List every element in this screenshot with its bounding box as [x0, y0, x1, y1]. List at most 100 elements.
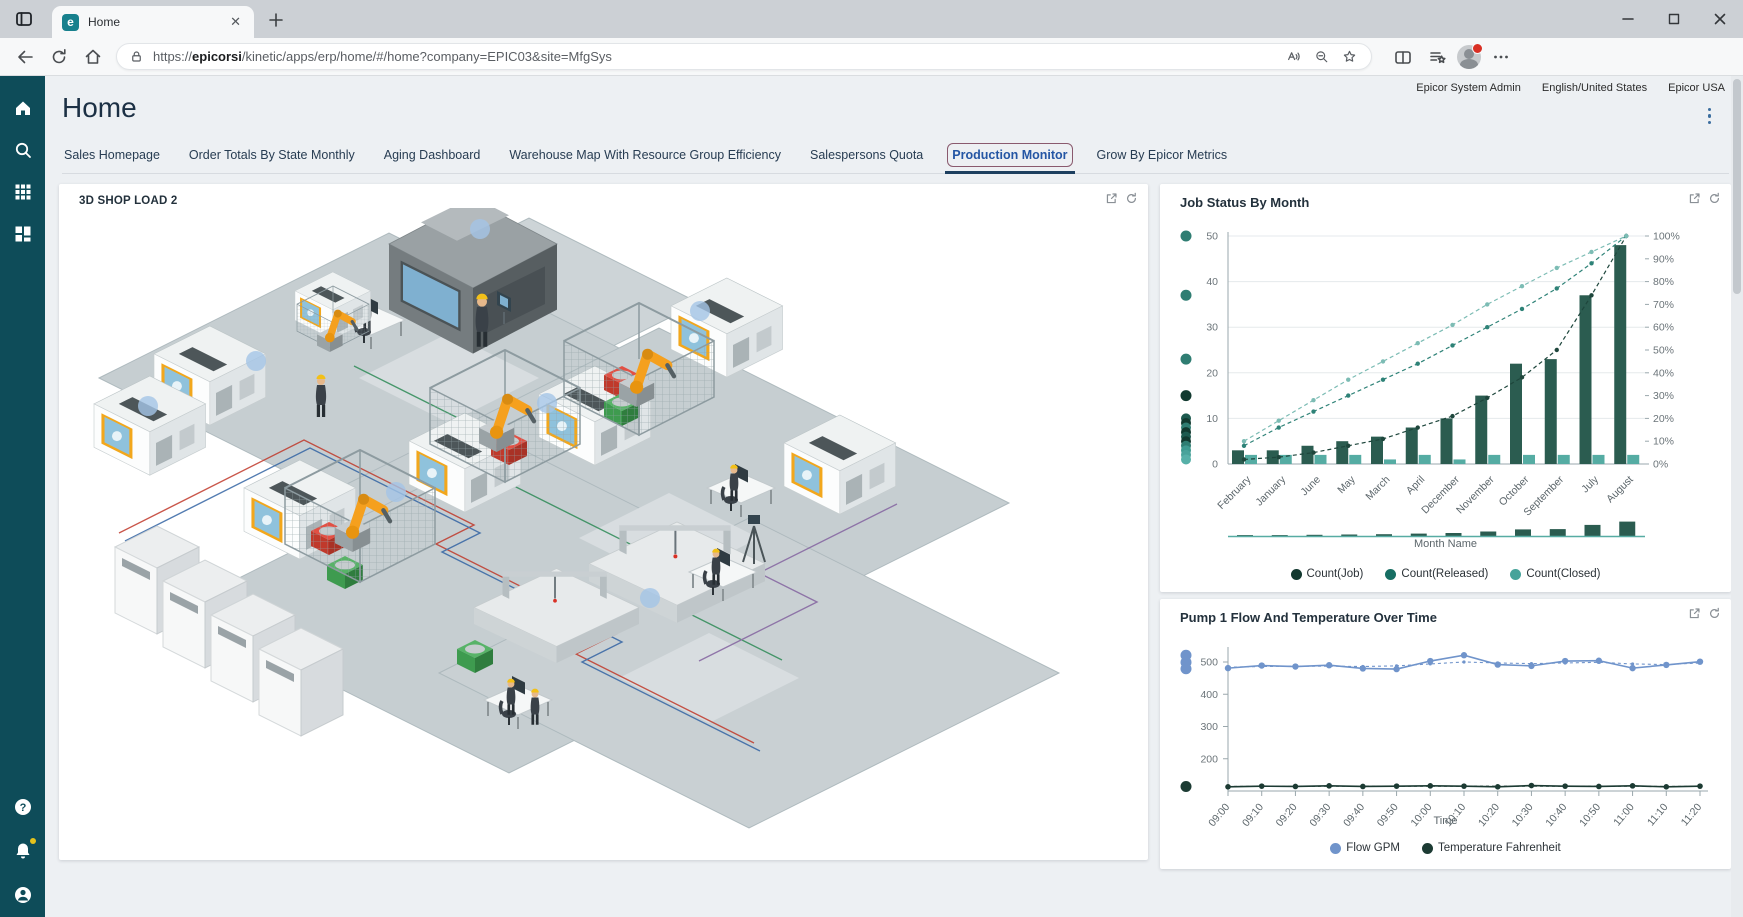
- search-icon[interactable]: [13, 140, 33, 160]
- svg-text:90%: 90%: [1653, 253, 1674, 265]
- pump-chart-legend: Flow GPM Temperature Fahrenheit: [1160, 842, 1731, 854]
- dashboard-tab-aging-dashboard[interactable]: Aging Dashboard: [382, 144, 483, 173]
- open-in-new-icon[interactable]: [1105, 192, 1118, 205]
- svg-text:80%: 80%: [1653, 276, 1674, 288]
- dashboard-tab-grow-by-epicor-metrics[interactable]: Grow By Epicor Metrics: [1095, 144, 1230, 173]
- svg-text:50%: 50%: [1653, 345, 1674, 357]
- url-bar[interactable]: https://epicorsi/kinetic/apps/erp/home/#…: [116, 43, 1372, 70]
- legend-item[interactable]: Count(Released): [1385, 568, 1488, 580]
- browser-tab-title: Home: [88, 15, 227, 29]
- svg-text:May: May: [1335, 473, 1358, 496]
- page-menu-kebab-icon[interactable]: [1708, 106, 1712, 126]
- legend-item[interactable]: Count(Job): [1291, 568, 1364, 580]
- dashboard-tab-sales-homepage[interactable]: Sales Homepage: [62, 144, 162, 173]
- svg-text:February: February: [1215, 473, 1254, 512]
- svg-text:40: 40: [1206, 276, 1218, 288]
- browser-tab-strip: e Home ✕: [0, 0, 1743, 38]
- dashboard-tab-order-totals-by-state-monthly[interactable]: Order Totals By State Monthly: [187, 144, 357, 173]
- collections-icon[interactable]: [1420, 42, 1454, 72]
- svg-text:April: April: [1404, 474, 1427, 497]
- maximize-button[interactable]: [1651, 0, 1697, 38]
- shop-load-panel: 3D SHOP LOAD 2: [59, 184, 1148, 860]
- job-x-axis-label: Month Name: [1160, 538, 1731, 550]
- zoom-out-icon[interactable]: [1307, 44, 1335, 70]
- svg-text:January: January: [1253, 473, 1288, 508]
- svg-text:30: 30: [1206, 322, 1218, 334]
- back-button[interactable]: [8, 42, 42, 72]
- legend-dot: [1510, 569, 1521, 580]
- dashboard-tab-label: Warehouse Map With Resource Group Effici…: [509, 148, 781, 162]
- epicor-favicon: e: [62, 14, 79, 31]
- svg-text:?: ?: [19, 802, 26, 814]
- shop-panel-title: 3D SHOP LOAD 2: [79, 195, 177, 207]
- user-company[interactable]: Epicor USA: [1668, 82, 1725, 94]
- dashboard-tab-production-monitor[interactable]: Production Monitor: [950, 144, 1069, 173]
- svg-text:70%: 70%: [1653, 299, 1674, 311]
- split-screen-icon[interactable]: [1386, 42, 1420, 72]
- svg-text:60%: 60%: [1653, 322, 1674, 334]
- page-title: Home: [62, 92, 137, 124]
- dashboard-tab-label: Salespersons Quota: [810, 148, 923, 162]
- profile-avatar[interactable]: [1454, 43, 1484, 71]
- svg-text:0: 0: [1212, 459, 1218, 471]
- user-profile-icon[interactable]: [13, 885, 33, 905]
- user-name[interactable]: Epicor System Admin: [1416, 82, 1521, 94]
- factory-floor-illustration: [59, 208, 1148, 860]
- legend-item[interactable]: Temperature Fahrenheit: [1422, 842, 1561, 854]
- legend-label: Count(Closed): [1526, 568, 1600, 580]
- new-tab-button[interactable]: [266, 10, 286, 35]
- legend-item[interactable]: Count(Closed): [1510, 568, 1600, 580]
- svg-text:400: 400: [1200, 689, 1218, 701]
- pump-panel: Pump 1 Flow And Temperature Over Time 20…: [1160, 599, 1731, 869]
- refresh-panel-icon[interactable]: [1125, 192, 1138, 205]
- scrollbar-thumb[interactable]: [1733, 79, 1741, 294]
- favorite-star-icon[interactable]: [1335, 44, 1363, 70]
- svg-text:100%: 100%: [1653, 231, 1680, 243]
- legend-dot: [1422, 843, 1433, 854]
- dashboard-tab-salespersons-quota[interactable]: Salespersons Quota: [808, 144, 925, 173]
- dashboard-tab-warehouse-map-with-resource-group-efficiency[interactable]: Warehouse Map With Resource Group Effici…: [507, 144, 783, 173]
- app-content: Epicor System Admin English/United State…: [45, 76, 1743, 917]
- svg-text:October: October: [1497, 473, 1532, 508]
- svg-text:10%: 10%: [1653, 436, 1674, 448]
- notifications-bell-icon[interactable]: [13, 841, 33, 861]
- legend-dot: [1330, 843, 1341, 854]
- dashboard-tab-label: Production Monitor: [952, 148, 1067, 162]
- job-status-panel: Job Status By Month 010203040500%10%20%3…: [1160, 184, 1731, 592]
- read-aloud-icon[interactable]: [1279, 44, 1307, 70]
- svg-text:20: 20: [1206, 367, 1218, 379]
- window-controls: [1605, 0, 1743, 38]
- svg-text:500: 500: [1200, 657, 1218, 669]
- legend-label: Temperature Fahrenheit: [1438, 842, 1561, 854]
- notification-dot: [30, 838, 36, 844]
- home-button[interactable]: [76, 42, 110, 72]
- pump-chart: 20030040050009:0009:1009:2009:3009:4009:…: [1160, 599, 1731, 839]
- apps-grid-icon[interactable]: [13, 182, 33, 202]
- home-icon[interactable]: [13, 98, 33, 118]
- svg-text:0%: 0%: [1653, 459, 1668, 471]
- svg-text:July: July: [1579, 473, 1601, 495]
- svg-text:40%: 40%: [1653, 367, 1674, 379]
- refresh-button[interactable]: [42, 42, 76, 72]
- browser-menu-icon[interactable]: [1484, 42, 1518, 72]
- page-scrollbar[interactable]: [1731, 76, 1743, 917]
- legend-label: Count(Job): [1307, 568, 1364, 580]
- workspaces-icon[interactable]: [14, 9, 34, 34]
- svg-text:50: 50: [1206, 231, 1218, 243]
- lock-icon[interactable]: [129, 49, 144, 64]
- svg-text:300: 300: [1200, 721, 1218, 733]
- legend-item[interactable]: Flow GPM: [1330, 842, 1400, 854]
- help-icon[interactable]: ?: [13, 797, 33, 817]
- close-button[interactable]: [1697, 0, 1743, 38]
- svg-text:10: 10: [1206, 413, 1218, 425]
- svg-text:June: June: [1298, 474, 1323, 499]
- browser-tab[interactable]: e Home ✕: [52, 6, 254, 38]
- user-locale[interactable]: English/United States: [1542, 82, 1647, 94]
- dashboards-icon[interactable]: [13, 224, 33, 244]
- job-status-chart: 010203040500%10%20%30%40%50%60%70%80%90%…: [1160, 184, 1731, 544]
- minimize-button[interactable]: [1605, 0, 1651, 38]
- browser-toolbar: https://epicorsi/kinetic/apps/erp/home/#…: [0, 38, 1743, 76]
- svg-text:20%: 20%: [1653, 413, 1674, 425]
- svg-text:200: 200: [1200, 753, 1218, 765]
- tab-close-icon[interactable]: ✕: [227, 14, 244, 30]
